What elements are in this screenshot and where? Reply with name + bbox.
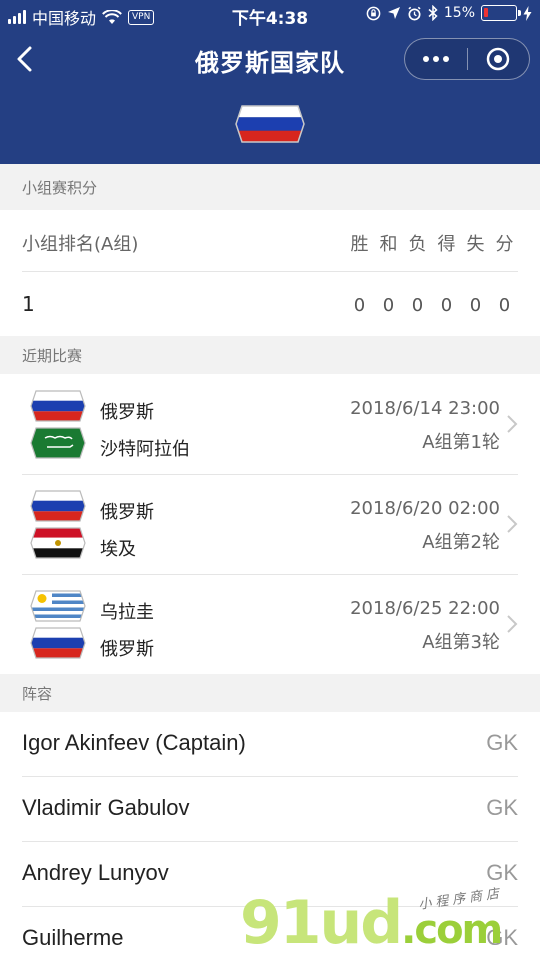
player-position: GK xyxy=(486,730,518,755)
goals-against-value: 0 xyxy=(469,295,482,316)
standings-header-row: 小组排名(A组) 胜 和 负 得 失 分 xyxy=(0,210,540,272)
charging-icon xyxy=(523,5,532,21)
close-button[interactable] xyxy=(468,39,530,79)
standings-section-title: 小组赛积分 xyxy=(0,164,540,210)
team-home: 俄罗斯 xyxy=(100,402,154,423)
player-name: Andrey Lunyov xyxy=(22,860,169,885)
match-item-3[interactable]: 乌拉圭 俄罗斯 2018/6/25 22:00 A组第3轮 xyxy=(0,574,540,674)
rotation-lock-icon xyxy=(366,6,381,20)
player-name: Vladimir Gabulov xyxy=(22,795,190,820)
roster-section-title: 阵容 xyxy=(0,674,540,712)
mini-program-capsule xyxy=(404,38,530,80)
more-dots-icon xyxy=(422,56,429,62)
standings-data-row: 1 0 0 0 0 0 0 xyxy=(0,272,540,336)
location-icon xyxy=(387,7,400,19)
navigation-bar: 俄罗斯国家队 xyxy=(0,34,540,84)
russia-flag-icon xyxy=(30,490,86,522)
col-draws: 和 xyxy=(379,234,398,255)
wins-value: 0 xyxy=(353,295,366,316)
target-close-icon xyxy=(487,47,510,71)
saudi-arabia-flag-icon xyxy=(30,427,86,459)
match-date: 2018/6/25 22:00 xyxy=(350,598,500,619)
match-date: 2018/6/14 23:00 xyxy=(350,398,500,419)
player-row[interactable]: Igor Akinfeev (Captain) GK xyxy=(0,712,540,777)
header-bar: 中国移动 VPN 下午4:38 15% 俄罗斯国家队 xyxy=(0,0,540,164)
team-away: 埃及 xyxy=(100,539,136,560)
uruguay-flag-icon xyxy=(30,590,86,622)
goals-for-value: 0 xyxy=(440,295,453,316)
team-home: 俄罗斯 xyxy=(100,502,154,523)
match-item-1[interactable]: 俄罗斯 沙特阿拉伯 2018/6/14 23:00 A组第1轮 xyxy=(0,374,540,474)
col-goals-against: 失 xyxy=(466,234,485,255)
chevron-right-icon xyxy=(507,515,518,533)
russia-flag-icon xyxy=(30,390,86,422)
russia-flag-icon xyxy=(30,627,86,659)
alarm-icon xyxy=(408,6,421,20)
battery-percent: 15% xyxy=(443,5,475,21)
status-bar: 中国移动 VPN 下午4:38 15% xyxy=(0,0,540,30)
match-round: A组第3轮 xyxy=(422,632,500,653)
draws-value: 0 xyxy=(382,295,395,316)
more-button[interactable] xyxy=(405,39,467,79)
group-rank-value: 1 xyxy=(22,292,35,316)
watermark-logo: 91ud.com 小程序商店 xyxy=(240,880,540,960)
col-wins: 胜 xyxy=(350,234,369,255)
match-round: A组第1轮 xyxy=(422,432,500,453)
battery-icon xyxy=(481,5,521,21)
match-item-2[interactable]: 俄罗斯 埃及 2018/6/20 02:00 A组第2轮 xyxy=(0,474,540,574)
group-rank-label: 小组排名(A组) xyxy=(22,234,139,255)
match-date: 2018/6/20 02:00 xyxy=(350,498,500,519)
player-name: Igor Akinfeev (Captain) xyxy=(22,730,246,755)
col-points: 分 xyxy=(495,234,514,255)
watermark-brand: 91ud xyxy=(240,888,403,958)
team-away: 沙特阿拉伯 xyxy=(100,439,190,460)
col-goals-for: 得 xyxy=(437,234,456,255)
team-away: 俄罗斯 xyxy=(100,639,154,660)
chevron-right-icon xyxy=(507,415,518,433)
col-losses: 负 xyxy=(408,234,427,255)
losses-value: 0 xyxy=(411,295,424,316)
chevron-right-icon xyxy=(507,615,518,633)
player-row[interactable]: Vladimir Gabulov GK xyxy=(0,777,540,842)
player-name: Guilherme xyxy=(22,925,124,950)
points-value: 0 xyxy=(498,295,511,316)
matches-section-title: 近期比赛 xyxy=(0,336,540,374)
team-home: 乌拉圭 xyxy=(100,602,154,623)
bluetooth-icon xyxy=(428,5,438,21)
watermark-tld: .com xyxy=(401,907,503,953)
player-position: GK xyxy=(486,795,518,820)
russia-flag-icon xyxy=(235,105,305,143)
match-round: A组第2轮 xyxy=(422,532,500,553)
stat-values: 0 0 0 0 0 0 xyxy=(348,295,516,316)
egypt-flag-icon xyxy=(30,527,86,559)
stat-columns: 胜 和 负 得 失 分 xyxy=(348,230,516,256)
